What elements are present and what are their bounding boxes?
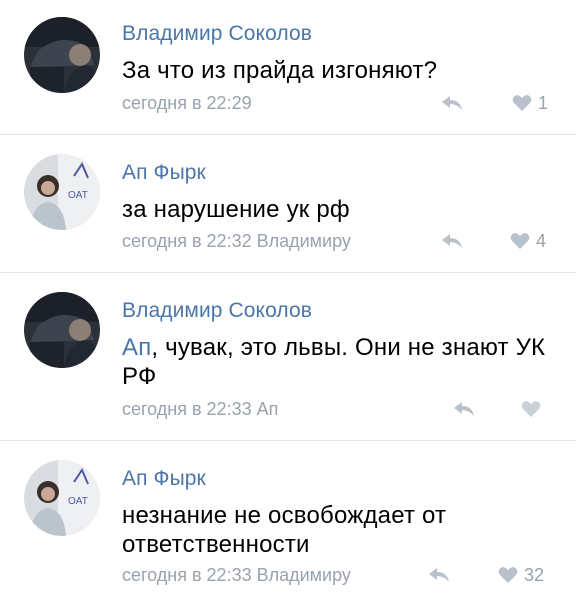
reply-arrow-icon[interactable] <box>441 95 463 111</box>
author-name[interactable]: Владимир Соколов <box>122 299 312 323</box>
author-name[interactable]: Ап Фырк <box>122 467 206 491</box>
comment-text: За что из прайда изгоняют? <box>122 56 552 85</box>
comment-meta: сегодня в 22:33 Ап <box>122 399 279 419</box>
comment-meta: сегодня в 22:32 Владимиру <box>122 231 351 251</box>
svg-text:OAT: OAT <box>68 190 88 201</box>
reply-arrow-icon[interactable] <box>453 401 475 417</box>
comment-text: незнание не освобождает от ответственнос… <box>122 501 482 559</box>
comment-meta: сегодня в 22:29 <box>122 93 252 113</box>
comment-text-body: за нарушение ук рф <box>122 196 350 223</box>
like-count: 4 <box>536 230 547 251</box>
heart-icon <box>510 233 530 249</box>
svg-text:OAT: OAT <box>68 496 88 507</box>
comment-text: Ап, чувак, это львы. Они не знают УК РФ <box>122 333 552 391</box>
like-count: 32 <box>524 564 545 585</box>
reply-arrow-icon[interactable] <box>441 233 463 249</box>
reply-arrow-icon[interactable] <box>428 567 450 583</box>
avatar[interactable] <box>24 292 100 368</box>
comment-text-body: За что из прайда изгоняют? <box>122 57 438 84</box>
author-name[interactable]: Владимир Соколов <box>122 22 312 46</box>
comment-text-body: незнание не освобождает от ответственнос… <box>122 502 447 558</box>
avatar[interactable]: OAT <box>24 460 100 536</box>
heart-icon <box>521 401 541 417</box>
avatar-image: OAT <box>24 460 100 536</box>
author-name[interactable]: Ап Фырк <box>122 161 206 185</box>
mention-link[interactable]: Ап <box>122 334 151 361</box>
like-button[interactable]: 32 <box>498 564 544 586</box>
comment: Владимир Соколов За что из прайда изгоня… <box>0 0 576 134</box>
heart-icon <box>512 95 532 111</box>
comment-thread: Владимир Соколов За что из прайда изгоня… <box>0 0 576 604</box>
comment: OAT Ап Фырк незнание не освобождает от о… <box>0 441 576 604</box>
avatar-image: OAT <box>24 154 100 230</box>
comment: Владимир Соколов Ап, чувак, это львы. Он… <box>0 273 576 440</box>
avatar-image <box>24 292 100 368</box>
comment: OAT Ап Фырк за нарушение ук рф сегодня в… <box>0 135 576 272</box>
avatar[interactable] <box>24 17 100 93</box>
like-count: 1 <box>538 92 549 113</box>
comment-text: за нарушение ук рф <box>122 195 552 224</box>
like-button[interactable]: 1 <box>512 92 548 114</box>
like-button[interactable] <box>521 398 547 420</box>
avatar[interactable]: OAT <box>24 154 100 230</box>
comment-text-body: , чувак, это львы. Они не знают УК РФ <box>122 334 546 390</box>
comment-meta: сегодня в 22:33 Владимиру <box>122 565 351 585</box>
heart-icon <box>498 567 518 583</box>
like-button[interactable]: 4 <box>510 230 546 252</box>
avatar-image <box>24 17 100 93</box>
